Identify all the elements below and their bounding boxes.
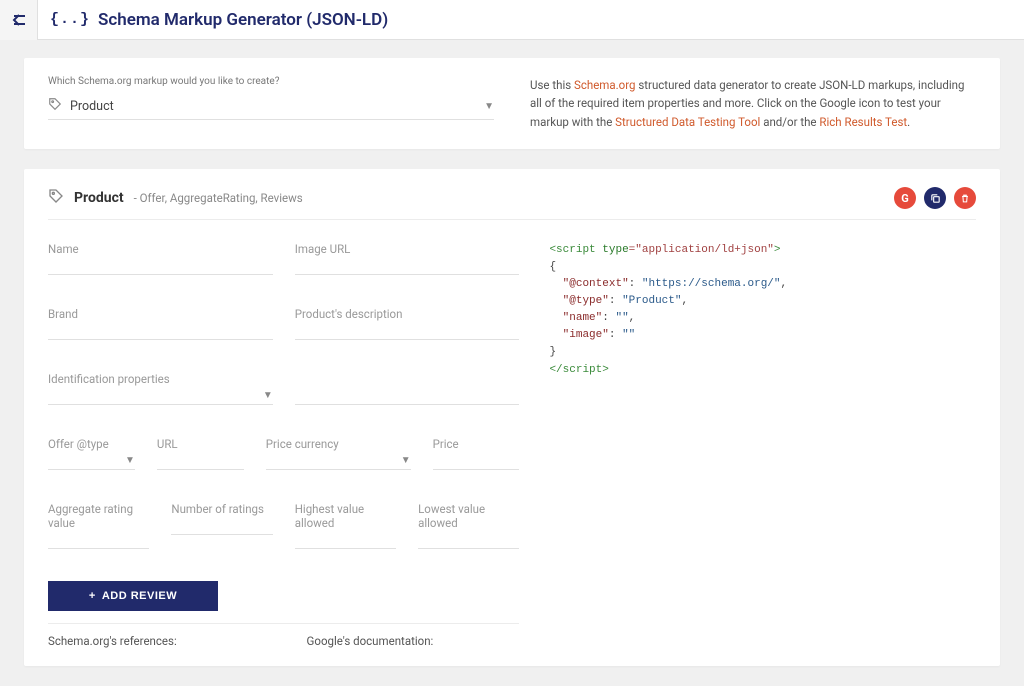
chevron-down-icon: ▼ bbox=[484, 101, 494, 112]
intro-description: Use this Schema.org structured data gene… bbox=[530, 76, 976, 131]
google-docs-label: Google's documentation: bbox=[307, 634, 520, 648]
tag-icon bbox=[48, 188, 64, 208]
name-input[interactable] bbox=[48, 257, 273, 275]
offer-type-select[interactable]: ▼ bbox=[48, 452, 135, 470]
tag-icon bbox=[48, 97, 62, 115]
agg-rating-label: Aggregate rating value bbox=[48, 502, 149, 530]
price-input[interactable] bbox=[433, 452, 520, 470]
schema-prompt-label: Which Schema.org markup would you like t… bbox=[48, 76, 494, 87]
highest-label: Highest value allowed bbox=[295, 502, 396, 530]
name-label: Name bbox=[48, 242, 273, 256]
lowest-label: Lowest value allowed bbox=[418, 502, 519, 530]
identification-select[interactable]: ▼ bbox=[48, 387, 273, 405]
lowest-input[interactable] bbox=[418, 531, 519, 549]
generated-code: <script type="application/ld+json"> { "@… bbox=[549, 242, 976, 378]
image-url-input[interactable] bbox=[295, 257, 520, 275]
page-title: Schema Markup Generator (JSON-LD) bbox=[98, 10, 388, 30]
price-label: Price bbox=[433, 437, 520, 451]
url-label: URL bbox=[157, 437, 244, 451]
url-input[interactable] bbox=[157, 452, 244, 470]
num-ratings-input[interactable] bbox=[171, 517, 272, 535]
image-url-label: Image URL bbox=[295, 242, 520, 256]
chevron-down-icon: ▼ bbox=[263, 390, 273, 401]
schema-references-label: Schema.org's references: bbox=[48, 634, 285, 648]
brand-input[interactable] bbox=[48, 322, 273, 340]
section-title: Product bbox=[74, 190, 124, 206]
description-label: Product's description bbox=[295, 307, 520, 321]
sdtt-link[interactable]: Structured Data Testing Tool bbox=[615, 115, 760, 129]
chevron-down-icon: ▼ bbox=[125, 455, 135, 466]
schema-org-link[interactable]: Schema.org bbox=[574, 78, 635, 92]
identification-label: Identification properties bbox=[48, 372, 273, 386]
agg-rating-input[interactable] bbox=[48, 531, 149, 549]
highest-input[interactable] bbox=[295, 531, 396, 549]
price-currency-select[interactable]: ▼ bbox=[266, 452, 411, 470]
plus-icon: + bbox=[89, 590, 96, 602]
brand-label: Brand bbox=[48, 307, 273, 321]
section-subtitle: - Offer, AggregateRating, Reviews bbox=[134, 191, 303, 205]
price-currency-label: Price currency bbox=[266, 437, 411, 451]
delete-button[interactable] bbox=[954, 187, 976, 209]
add-review-button[interactable]: + ADD REVIEW bbox=[48, 581, 218, 611]
identification-value-input[interactable] bbox=[295, 387, 520, 405]
test-google-button[interactable]: G bbox=[894, 187, 916, 209]
collapse-sidebar-button[interactable] bbox=[0, 0, 38, 40]
logo-icon: {..} bbox=[50, 11, 90, 28]
description-input[interactable] bbox=[295, 322, 520, 340]
num-ratings-label: Number of ratings bbox=[171, 502, 272, 516]
copy-button[interactable] bbox=[924, 187, 946, 209]
rich-results-link[interactable]: Rich Results Test bbox=[819, 115, 907, 129]
offer-type-label: Offer @type bbox=[48, 437, 135, 451]
chevron-down-icon: ▼ bbox=[401, 455, 411, 466]
schema-type-select[interactable]: Product ▼ bbox=[48, 93, 494, 120]
schema-type-value: Product bbox=[70, 99, 476, 114]
